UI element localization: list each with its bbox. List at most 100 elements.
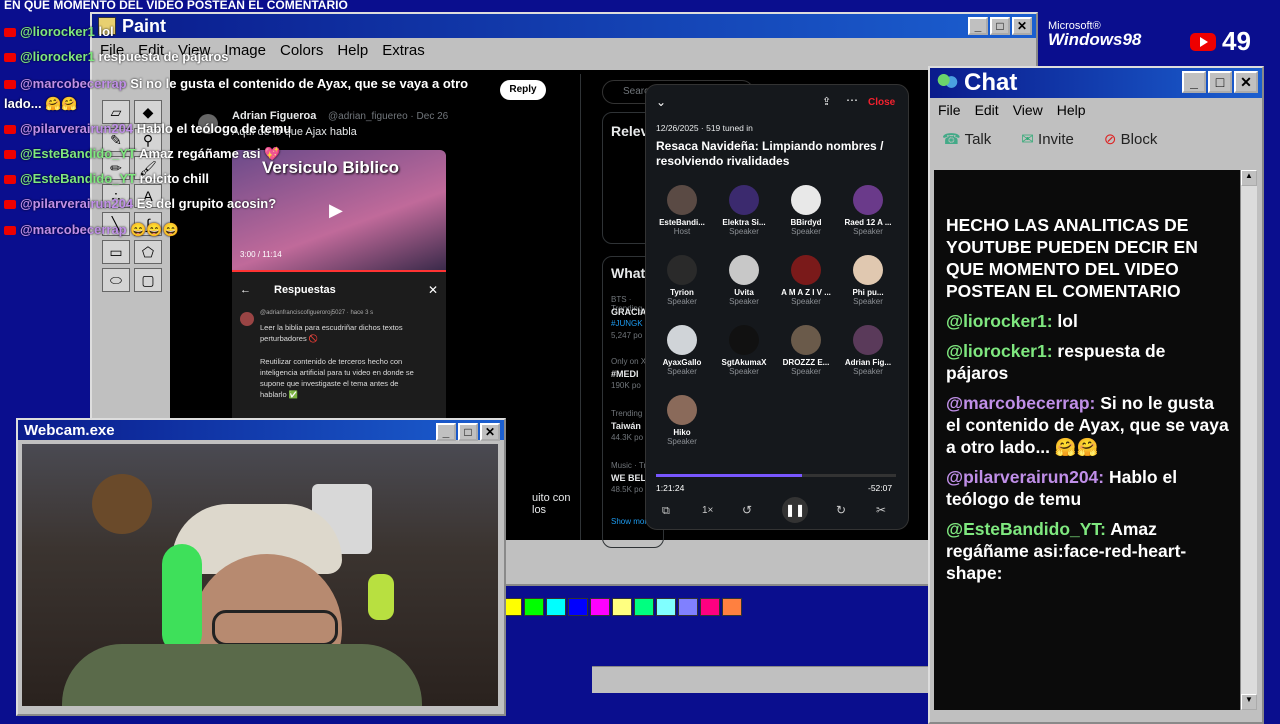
rewind-icon[interactable]: ↺ [742, 503, 752, 517]
elapsed-time: 1:21:24 [656, 483, 685, 493]
trend-item[interactable]: Taiwán [611, 421, 641, 431]
color-swatch[interactable] [590, 598, 610, 616]
close-button[interactable]: ✕ [1234, 71, 1258, 93]
menu-image[interactable]: Image [224, 42, 266, 59]
chat-message: @liorocker1: lol [946, 310, 1230, 332]
toy-figure [368, 574, 394, 620]
speaker-tile[interactable]: Raed 12 A ... Speaker [838, 185, 898, 236]
overlay-chat-line: @EsteBandido_YT rolcito chill [4, 171, 209, 186]
speaker-tile[interactable]: Hiko Speaker [652, 395, 712, 446]
trend-item[interactable]: GRACIA [611, 307, 647, 317]
play-icon[interactable]: ▶ [329, 200, 343, 221]
chat-titlebar[interactable]: Chat _ □ ✕ [930, 68, 1262, 98]
scroll-down-icon[interactable]: ▼ [1241, 694, 1257, 710]
ellipse-icon[interactable]: ⬭ [102, 268, 130, 292]
menu-help[interactable]: Help [337, 42, 368, 59]
speaker-tile[interactable]: A M A Z I V ... Speaker [776, 255, 836, 306]
video-progress[interactable] [232, 270, 446, 272]
menu-file[interactable]: File [938, 102, 961, 118]
trend-meta: Music · Tr [611, 461, 647, 470]
close-button[interactable]: ✕ [1012, 17, 1032, 35]
color-swatch[interactable] [678, 598, 698, 616]
overlay-chat-text: Amaz regáñame asi 💖 [139, 146, 281, 161]
speaker-tile[interactable]: Tyrion Speaker [652, 255, 712, 306]
youtube-icon [4, 200, 16, 210]
color-swatch[interactable] [568, 598, 588, 616]
speaker-name: Elektra Si... [722, 218, 766, 227]
menu-colors[interactable]: Colors [280, 42, 323, 59]
forward-icon[interactable]: ↻ [836, 503, 846, 517]
speaker-name: Uvita [734, 288, 754, 297]
scroll-up-icon[interactable]: ▲ [1241, 170, 1257, 186]
speaker-tile[interactable]: BBirdyd Speaker [776, 185, 836, 236]
back-arrow-icon[interactable]: ← [240, 284, 251, 296]
speaker-tile[interactable]: Elektra Si... Speaker [714, 185, 774, 236]
speaker-name: A M A Z I V ... [781, 288, 831, 297]
close-icon[interactable]: ✕ [428, 283, 438, 297]
trend-item[interactable]: WE BEL [611, 473, 646, 483]
speed-button[interactable]: 1× [702, 505, 713, 516]
menu-help[interactable]: Help [1057, 102, 1086, 118]
overlay-chat-text: Es del grupito acosin? [136, 196, 277, 211]
rounded-rect-icon[interactable]: ▢ [134, 268, 162, 292]
maximize-button[interactable]: □ [990, 17, 1010, 35]
overlay-chat-text: respuesta de pájaros [98, 49, 229, 64]
paint-titlebar[interactable]: Paint _ □ ✕ [92, 14, 1036, 38]
invite-button[interactable]: ✉ Invite [1021, 130, 1074, 148]
trend-hashtag[interactable]: #JUNGK [611, 319, 643, 328]
block-button[interactable]: ⊘ Block [1104, 130, 1157, 148]
rectangle-icon[interactable]: ▭ [102, 240, 130, 264]
reply-button[interactable]: Reply [500, 80, 546, 100]
overlay-chat-line: @liorocker1 respuesta de pájaros [4, 49, 229, 64]
close-link[interactable]: Close [868, 97, 895, 108]
speaker-tile[interactable]: Adrian Fig... Speaker [838, 325, 898, 376]
color-swatch[interactable] [700, 598, 720, 616]
chat-scrollbar[interactable]: ▲ ▼ [1240, 170, 1257, 710]
space-progress-track[interactable] [656, 474, 896, 477]
clip-icon[interactable]: ✂ [876, 503, 886, 517]
color-swatch[interactable] [524, 598, 544, 616]
minimize-button[interactable]: _ [436, 423, 456, 441]
youtube-icon [4, 175, 16, 185]
speaker-tile[interactable]: Phi pu... Speaker [838, 255, 898, 306]
minimize-button[interactable]: _ [1182, 71, 1206, 93]
speaker-name: Hiko [673, 428, 691, 437]
color-swatch[interactable] [656, 598, 676, 616]
avatar [853, 185, 883, 215]
menu-view[interactable]: View [1013, 102, 1043, 118]
maximize-button[interactable]: □ [458, 423, 478, 441]
menu-extras[interactable]: Extras [382, 42, 425, 59]
speaker-tile[interactable]: AyaxGallo Speaker [652, 325, 712, 376]
captions-icon[interactable]: ⧉ [662, 505, 670, 518]
close-button[interactable]: ✕ [480, 423, 500, 441]
overlay-chat-line: @marcobecerrap Si no le gusta el conteni… [4, 74, 504, 114]
overlay-chat-line: @EsteBandido_YT Amaz regáñame asi 💖 [4, 146, 280, 162]
trend-item[interactable]: #MEDI [611, 369, 639, 379]
speaker-tile[interactable]: DROZZZ E... Speaker [776, 325, 836, 376]
maximize-button[interactable]: □ [1208, 71, 1232, 93]
share-icon[interactable]: ⇪ [822, 95, 831, 108]
webcam-titlebar[interactable]: Webcam.exe _ □ ✕ [18, 420, 504, 441]
avatar [667, 325, 697, 355]
color-swatch[interactable] [546, 598, 566, 616]
collapse-icon[interactable]: ⌄ [656, 95, 666, 109]
color-swatch[interactable] [722, 598, 742, 616]
speaker-tile[interactable]: EsteBandi... Host [652, 185, 712, 236]
speaker-name: EsteBandi... [659, 218, 705, 227]
polygon-icon[interactable]: ⬠ [134, 240, 162, 264]
speaker-tile[interactable]: SgtAkumaX Speaker [714, 325, 774, 376]
talk-button[interactable]: ☎ Talk [942, 130, 991, 148]
speaker-name: Phi pu... [852, 288, 884, 297]
minimize-button[interactable]: _ [968, 17, 988, 35]
pause-button[interactable]: ❚❚ [782, 497, 808, 523]
youtube-icon [4, 53, 16, 63]
more-icon[interactable]: ⋯ [846, 93, 858, 107]
overlay-chat-user: @marcobecerrap [20, 76, 127, 91]
menu-edit[interactable]: Edit [975, 102, 999, 118]
speaker-tile[interactable]: Uvita Speaker [714, 255, 774, 306]
color-swatch[interactable] [634, 598, 654, 616]
color-swatch[interactable] [612, 598, 632, 616]
paint-menubar: File Edit View Image Colors Help Extras [92, 38, 1036, 63]
trend-count: 48.5K po [611, 485, 644, 494]
speaker-name: AyaxGallo [662, 358, 702, 367]
